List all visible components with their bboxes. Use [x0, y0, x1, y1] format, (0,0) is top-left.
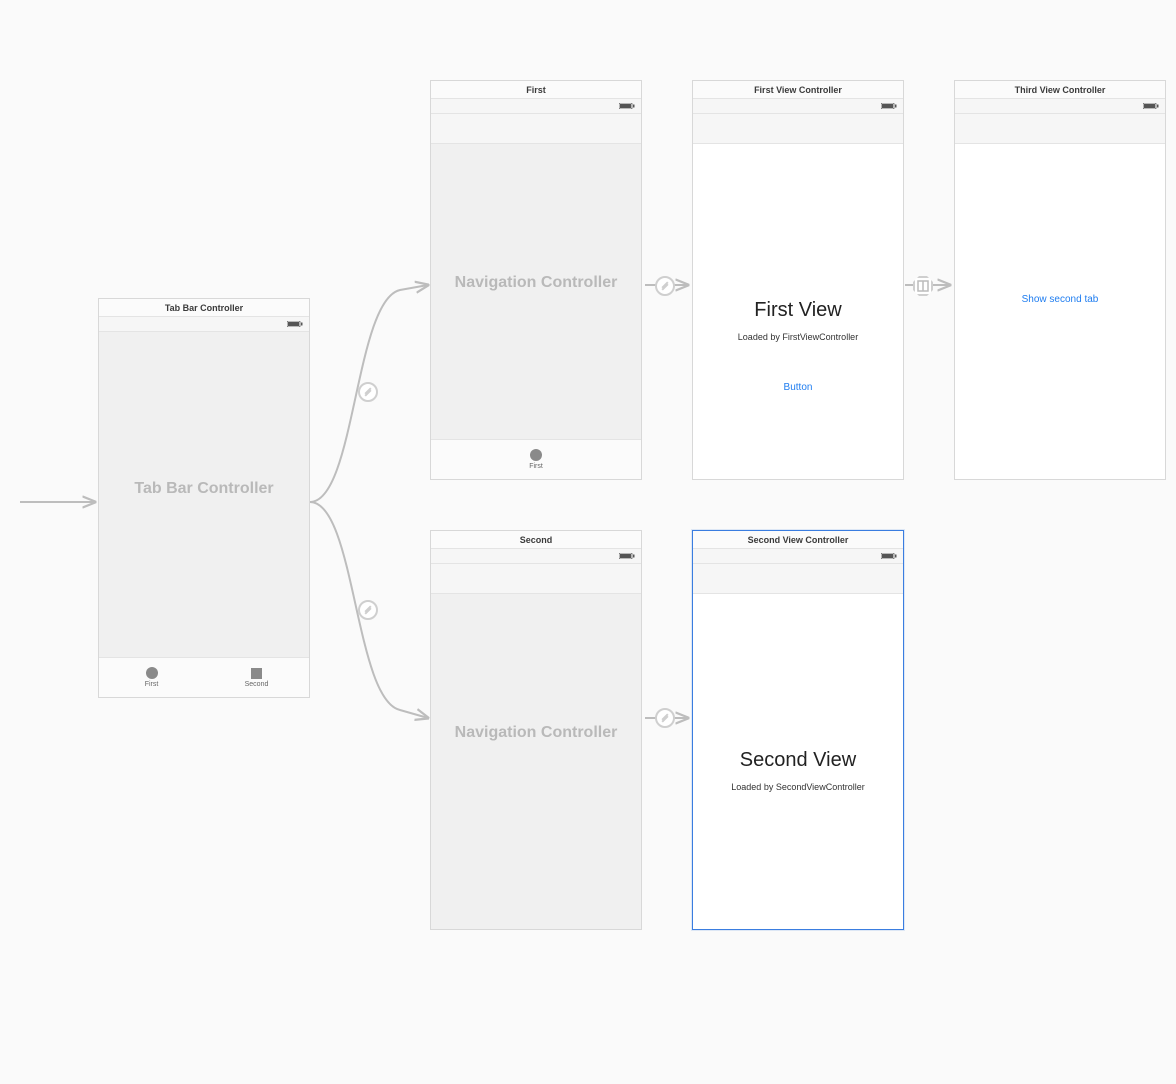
status-bar — [693, 99, 903, 114]
status-bar — [693, 549, 903, 564]
segue-relationship-icon[interactable] — [358, 382, 378, 402]
scene-title: Tab Bar Controller — [99, 299, 309, 317]
segue-relationship-icon[interactable] — [358, 600, 378, 620]
view-subheading: Loaded by SecondViewController — [693, 782, 903, 792]
scene-title: First — [431, 81, 641, 99]
circle-icon — [530, 449, 542, 461]
navigation-controller-first-scene[interactable]: First Navigation Controller First — [430, 80, 642, 480]
tab-bar: First Second — [99, 657, 309, 697]
scene-title: Second — [431, 531, 641, 549]
tab-label: First — [529, 463, 543, 470]
third-view-controller-scene[interactable]: Third View Controller Show second tab — [954, 80, 1166, 480]
scene-title: Second View Controller — [693, 531, 903, 549]
battery-icon — [1143, 103, 1159, 109]
battery-icon — [619, 103, 635, 109]
battery-icon — [619, 553, 635, 559]
navigation-bar — [431, 114, 641, 144]
scene-title: First View Controller — [693, 81, 903, 99]
scene-body-label: Navigation Controller — [431, 724, 641, 742]
navigation-bar — [431, 564, 641, 594]
tab-item-first[interactable]: First — [431, 440, 641, 479]
navigation-bar — [693, 564, 903, 594]
button-element[interactable]: Button — [693, 382, 903, 393]
tab-bar: First — [431, 439, 641, 479]
second-view-controller-scene[interactable]: Second View Controller Second View Loade… — [692, 530, 904, 930]
battery-icon — [881, 103, 897, 109]
scene-title: Third View Controller — [955, 81, 1165, 99]
view-heading: Second View — [693, 749, 903, 772]
tab-label: First — [145, 681, 159, 688]
show-second-tab-button[interactable]: Show second tab — [955, 294, 1165, 305]
navigation-bar — [955, 114, 1165, 144]
scene-body-label: Navigation Controller — [431, 274, 641, 292]
status-bar — [431, 99, 641, 114]
tab-label: Second — [245, 681, 269, 688]
segue-root-icon[interactable] — [655, 708, 675, 728]
tab-bar-controller-scene[interactable]: Tab Bar Controller Tab Bar Controller Fi… — [98, 298, 310, 698]
battery-icon — [881, 553, 897, 559]
status-bar — [99, 317, 309, 332]
navigation-bar — [693, 114, 903, 144]
storyboard-canvas[interactable]: Tab Bar Controller Tab Bar Controller Fi… — [0, 0, 1176, 852]
view-heading: First View — [693, 299, 903, 322]
status-bar — [955, 99, 1165, 114]
segue-show-icon[interactable] — [913, 276, 933, 296]
segue-root-icon[interactable] — [655, 276, 675, 296]
view-subheading: Loaded by FirstViewController — [693, 332, 903, 342]
scene-body-label: Tab Bar Controller — [99, 480, 309, 498]
battery-icon — [287, 321, 303, 327]
first-view-controller-scene[interactable]: First View Controller First View Loaded … — [692, 80, 904, 480]
square-icon — [251, 668, 262, 679]
tab-item-first[interactable]: First — [99, 658, 204, 697]
tab-item-second[interactable]: Second — [204, 658, 309, 697]
navigation-controller-second-scene[interactable]: Second Navigation Controller — [430, 530, 642, 930]
status-bar — [431, 549, 641, 564]
circle-icon — [146, 667, 158, 679]
